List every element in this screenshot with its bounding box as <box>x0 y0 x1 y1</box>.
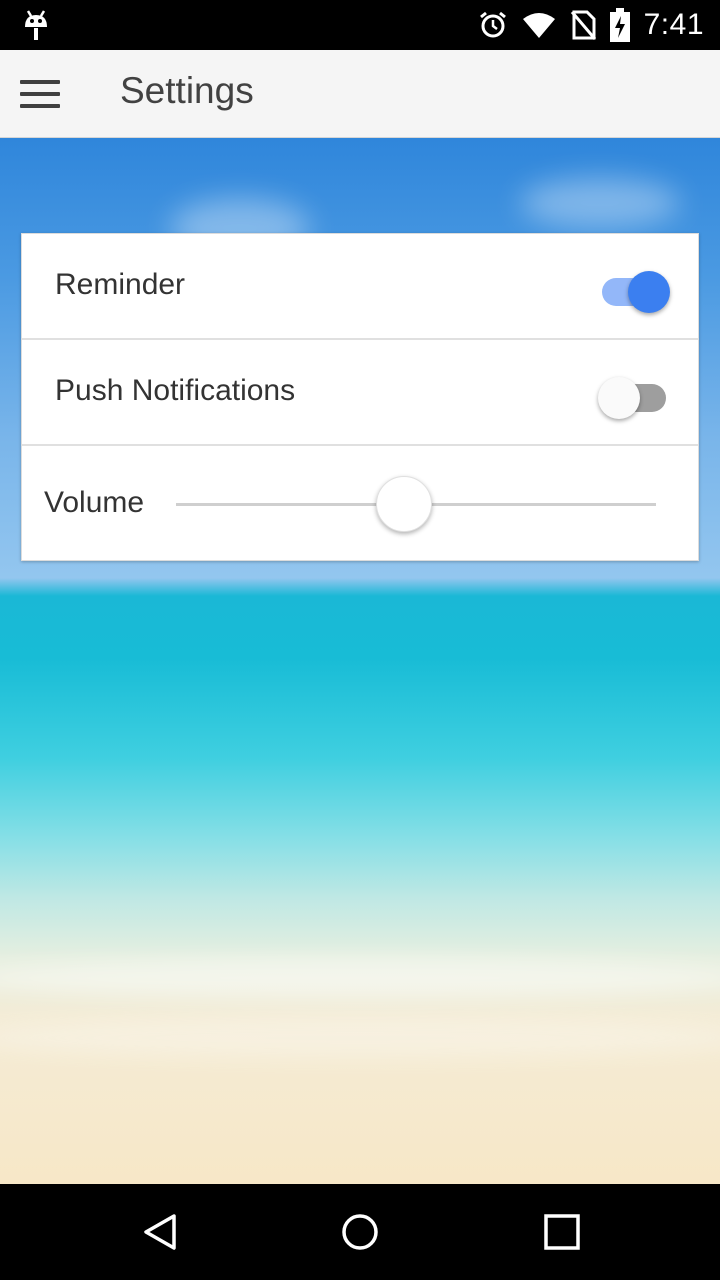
reminder-row: Reminder <box>22 234 698 340</box>
reminder-toggle-thumb <box>628 271 670 313</box>
push-notifications-toggle-thumb <box>598 377 640 419</box>
page-title: Settings <box>120 70 254 111</box>
push-notifications-label: Push Notifications <box>55 374 296 407</box>
reminder-toggle[interactable] <box>598 265 670 313</box>
reminder-label: Reminder <box>55 268 186 301</box>
back-icon[interactable] <box>140 1212 180 1252</box>
alarm-icon <box>478 10 508 40</box>
app-bar: Settings <box>0 50 720 138</box>
battery-charging-icon <box>609 8 630 42</box>
volume-row: Volume <box>22 446 698 562</box>
recents-icon[interactable] <box>542 1212 582 1252</box>
status-bar: 7:41 <box>0 0 720 50</box>
volume-slider[interactable] <box>176 476 656 532</box>
screen: 7:41 Settings Reminder Push Notification… <box>0 0 720 1280</box>
settings-card: Reminder Push Notifications Volume <box>21 233 699 561</box>
hamburger-menu-icon[interactable] <box>14 68 66 120</box>
android-debug-icon <box>22 9 50 46</box>
volume-slider-knob[interactable] <box>376 476 432 532</box>
no-sim-icon <box>570 10 596 40</box>
wifi-icon <box>522 11 556 39</box>
push-notifications-row: Push Notifications <box>22 340 698 446</box>
status-icons: 7:41 <box>464 0 704 50</box>
home-icon[interactable] <box>340 1212 380 1252</box>
navigation-bar <box>0 1184 720 1280</box>
status-time: 7:41 <box>643 8 704 41</box>
push-notifications-toggle[interactable] <box>598 371 670 419</box>
volume-label: Volume <box>44 486 145 519</box>
